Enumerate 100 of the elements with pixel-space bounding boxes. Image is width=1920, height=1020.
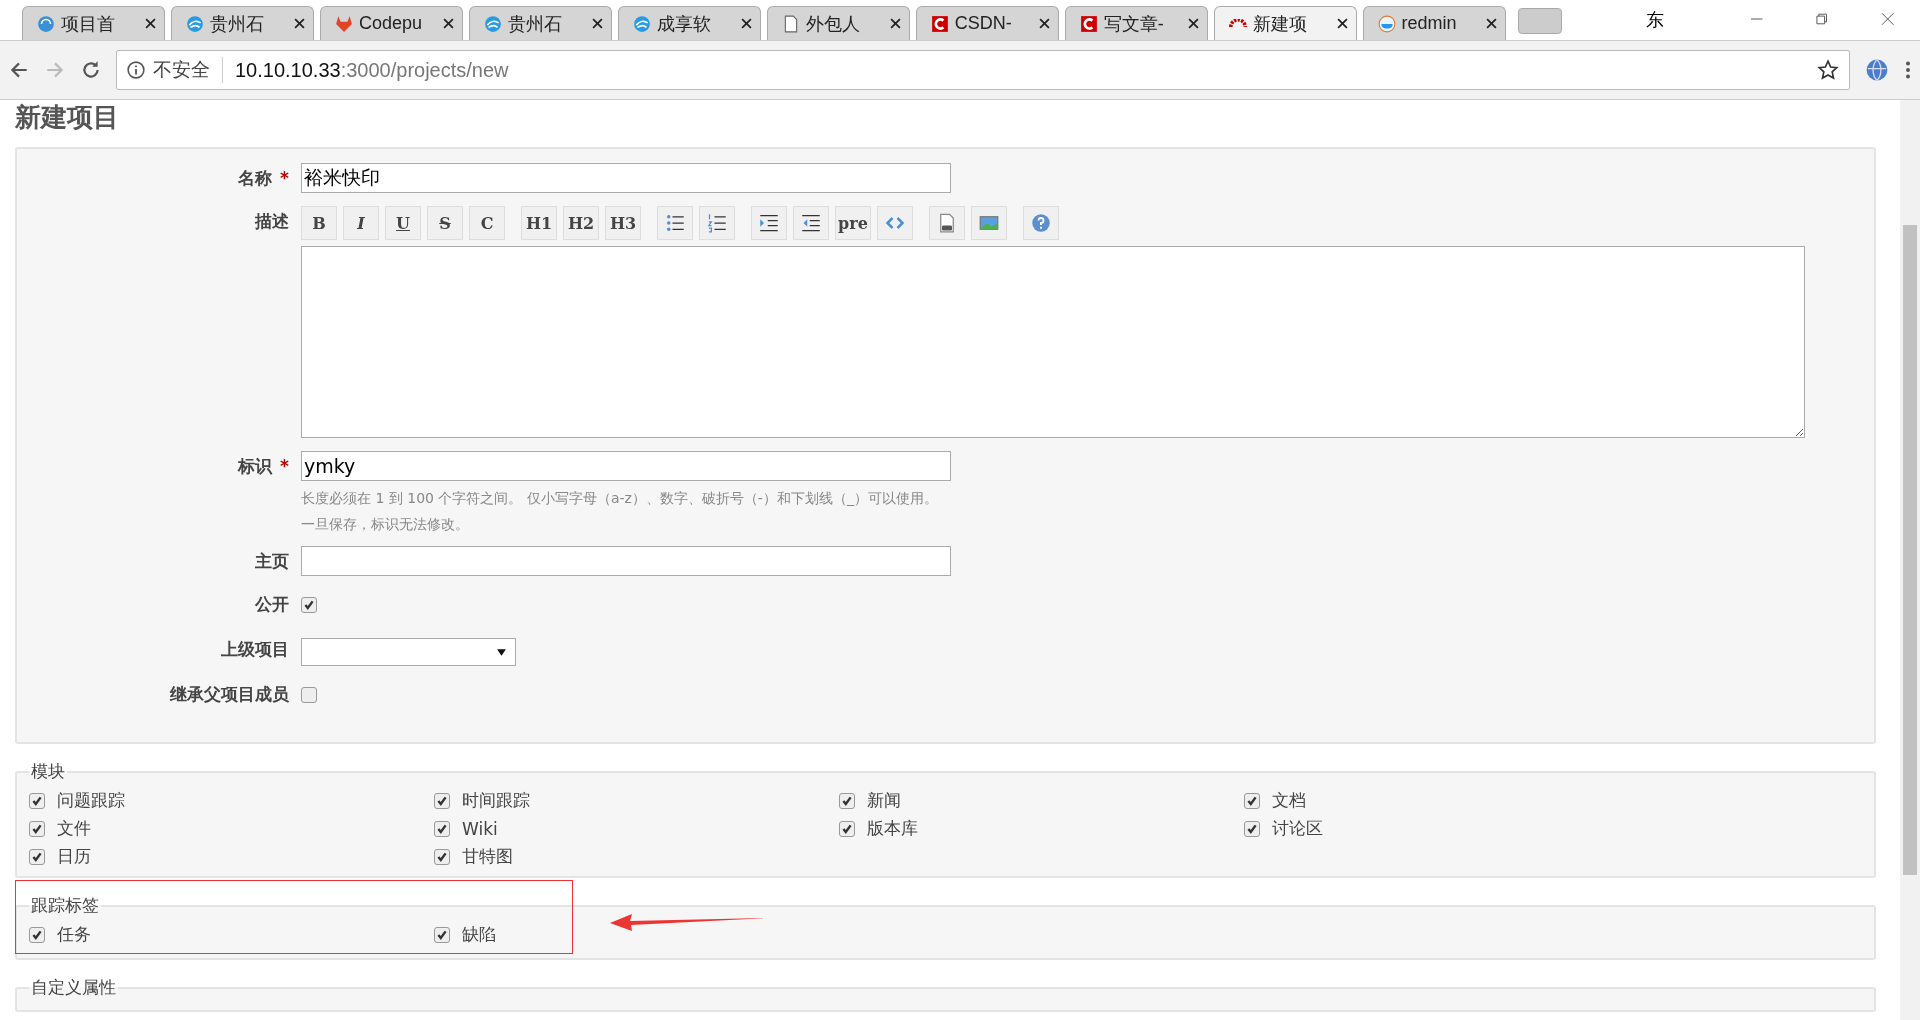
- checkbox[interactable]: [29, 820, 45, 837]
- browser-tab[interactable]: 贵州石: [170, 6, 314, 40]
- star-icon[interactable]: [1817, 59, 1839, 81]
- checkbox[interactable]: [434, 820, 450, 837]
- globe-icon[interactable]: [1864, 57, 1890, 83]
- tab-title: 成享软: [656, 12, 712, 36]
- checkbox-label: 时间跟踪: [462, 789, 530, 812]
- c-logo-icon: [930, 14, 949, 33]
- globe-icon: [37, 14, 55, 33]
- tab-title: 写文章-: [1103, 12, 1165, 36]
- text-field[interactable]: 裕米快印: [301, 163, 951, 193]
- format-button[interactable]: U: [385, 206, 421, 240]
- checkbox[interactable]: [29, 792, 45, 809]
- arch-icon: [1228, 18, 1247, 29]
- page-title: 新建项目: [15, 101, 120, 134]
- browser-tab[interactable]: Codepu: [319, 6, 463, 40]
- checkbox-label: 缺陷: [462, 923, 496, 946]
- close-icon[interactable]: [1038, 18, 1050, 29]
- format-button[interactable]: S: [427, 206, 463, 240]
- menu-icon[interactable]: [1904, 59, 1912, 81]
- required-mark: *: [280, 456, 289, 476]
- browser-tab[interactable]: 写文章-: [1064, 6, 1208, 40]
- checkbox-label: 文件: [57, 817, 91, 840]
- close-icon[interactable]: [293, 18, 305, 29]
- close-icon[interactable]: [740, 18, 752, 29]
- tab-title: redmin: [1401, 13, 1458, 34]
- checkbox[interactable]: [839, 820, 855, 837]
- help-icon[interactable]: [1023, 206, 1059, 240]
- tab-title: 新建项: [1252, 12, 1308, 36]
- format-button[interactable]: C: [469, 206, 505, 240]
- checkbox[interactable]: [29, 926, 45, 943]
- browser-tab[interactable]: 贵州石: [468, 6, 612, 40]
- checkbox[interactable]: [434, 926, 450, 943]
- checkbox-label: Wiki: [462, 818, 498, 839]
- checkbox[interactable]: [1244, 820, 1260, 837]
- swirl-icon: [632, 14, 651, 33]
- scrollbar[interactable]: [1900, 100, 1920, 1020]
- checkbox-label: 讨论区: [1272, 817, 1323, 840]
- url-text: 10.10.10.33:3000/projects/new: [234, 58, 510, 82]
- numbered-list-icon[interactable]: [699, 206, 735, 240]
- whale-icon: [1377, 14, 1396, 33]
- checkbox[interactable]: [839, 792, 855, 809]
- browser-tab[interactable]: 新建项: [1213, 6, 1357, 40]
- checkbox-label: 文档: [1272, 789, 1306, 812]
- browser-tab[interactable]: 外包人: [766, 6, 910, 40]
- description-field[interactable]: [301, 246, 1805, 438]
- bullet-list-icon[interactable]: [657, 206, 693, 240]
- reload-icon[interactable]: [80, 59, 102, 81]
- checkbox-label: 新闻: [867, 789, 901, 812]
- text-field[interactable]: [301, 546, 951, 576]
- checkbox[interactable]: [1244, 792, 1260, 809]
- close-icon[interactable]: [1485, 18, 1497, 29]
- close-icon[interactable]: [442, 18, 454, 29]
- restore-icon[interactable]: [1815, 12, 1829, 26]
- c-logo-icon: [1079, 14, 1098, 33]
- field-label: 描述: [255, 211, 289, 231]
- tab-title: 贵州石: [507, 12, 563, 36]
- swirl-icon: [185, 14, 204, 33]
- browser-tab[interactable]: CSDN-: [915, 6, 1059, 40]
- required-mark: *: [280, 168, 289, 188]
- format-button[interactable]: B: [301, 206, 337, 240]
- indent-icon[interactable]: [751, 206, 787, 240]
- checkbox-label: 问题跟踪: [57, 789, 125, 812]
- hint-text: 一旦保存，标识无法修改。: [301, 515, 470, 533]
- checkbox-label: 日历: [57, 845, 91, 868]
- attachment-icon[interactable]: [929, 206, 965, 240]
- browser-tab[interactable]: redmin: [1362, 6, 1506, 40]
- browser-tab[interactable]: 成享软: [617, 6, 761, 40]
- checkbox[interactable]: [434, 792, 450, 809]
- close-icon[interactable]: [889, 18, 901, 29]
- format-button[interactable]: H3: [605, 206, 641, 240]
- tab-title: Codepu: [358, 13, 423, 34]
- close-icon[interactable]: [1336, 18, 1348, 29]
- format-button[interactable]: pre: [835, 206, 871, 240]
- browser-tab[interactable]: 项目首: [22, 6, 165, 40]
- close-icon[interactable]: [591, 18, 603, 29]
- section-legend: 模块: [29, 760, 67, 783]
- format-button[interactable]: H1: [521, 206, 557, 240]
- checkbox-label: 版本库: [867, 817, 918, 840]
- checkbox[interactable]: [29, 848, 45, 865]
- checkbox[interactable]: [434, 848, 450, 865]
- format-button[interactable]: I: [343, 206, 379, 240]
- info-icon[interactable]: [127, 61, 145, 79]
- tab-title: 外包人: [805, 12, 861, 36]
- tab-title: CSDN-: [954, 13, 1013, 34]
- checkbox[interactable]: [301, 687, 317, 703]
- field-label: 继承父项目成员: [170, 684, 289, 704]
- address-bar[interactable]: 不安全 10.10.10.33:3000/projects/new: [116, 50, 1850, 90]
- field-label: 公开: [255, 594, 289, 614]
- field-label: 主页: [255, 551, 289, 571]
- close-icon[interactable]: [144, 18, 156, 29]
- checkbox[interactable]: [301, 597, 317, 613]
- close-icon[interactable]: [1187, 18, 1199, 29]
- profile-name[interactable]: 东: [1645, 8, 1664, 32]
- text-field[interactable]: ymky: [301, 451, 951, 481]
- code-icon[interactable]: [877, 206, 913, 240]
- section-legend: 跟踪标签: [29, 894, 101, 917]
- image-icon[interactable]: [971, 206, 1007, 240]
- format-button[interactable]: H2: [563, 206, 599, 240]
- outdent-icon[interactable]: [793, 206, 829, 240]
